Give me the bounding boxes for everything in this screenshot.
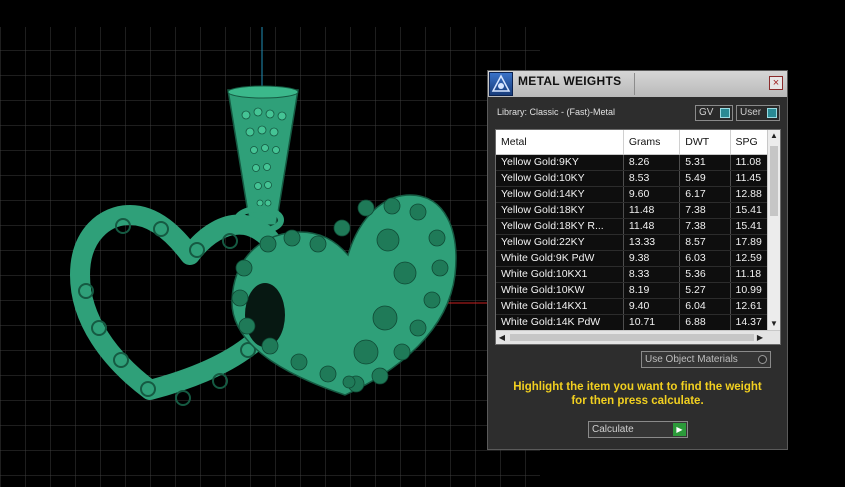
metal-table[interactable]: Metal Grams DWT SPG Yellow Gold:9KY 8.26 5… [495, 129, 781, 345]
horizontal-scrollbar[interactable]: ◀ ▶ [496, 330, 780, 344]
cell-metal: Yellow Gold:18KY R... [496, 218, 624, 235]
scroll-right-icon[interactable]: ▶ [754, 331, 766, 344]
cell-metal: White Gold:14KX1 [496, 298, 624, 315]
cell-metal: White Gold:14K PdW [496, 314, 624, 331]
library-label: Library: Classic - (Fast)-Metal [497, 107, 616, 117]
title-separator [634, 73, 635, 95]
user-toggle-label: User [740, 107, 762, 118]
cell-dwt: 6.88 [679, 314, 731, 331]
metal-weights-dialog: METAL WEIGHTS × Library: Classic - (Fast… [487, 70, 788, 450]
dialog-titlebar[interactable]: METAL WEIGHTS × [488, 71, 787, 97]
cell-dwt: 6.17 [679, 186, 731, 203]
user-toggle-knob [767, 108, 777, 118]
radio-icon [758, 355, 767, 364]
scroll-down-icon[interactable]: ▼ [768, 318, 780, 330]
cell-dwt: 7.38 [679, 202, 731, 219]
cell-grams: 11.48 [623, 202, 681, 219]
table-header-row: Metal Grams DWT SPG [496, 130, 780, 155]
cell-grams: 8.53 [623, 170, 681, 187]
table-row[interactable]: Yellow Gold:22KY 13.33 8.57 17.89 [496, 234, 780, 251]
cell-grams: 11.48 [623, 218, 681, 235]
scroll-up-icon[interactable]: ▲ [768, 130, 780, 142]
cell-metal: Yellow Gold:14KY [496, 186, 624, 203]
cell-grams: 9.38 [623, 250, 681, 267]
cell-dwt: 5.36 [679, 266, 731, 283]
table-row[interactable]: Yellow Gold:14KY 9.60 6.17 12.88 [496, 186, 780, 203]
gv-toggle-knob [720, 108, 730, 118]
app-logo-icon [489, 72, 513, 96]
user-toggle[interactable]: User [736, 105, 780, 121]
use-object-materials-toggle[interactable]: Use Object Materials [641, 351, 771, 368]
cell-dwt: 5.27 [679, 282, 731, 299]
cell-grams: 10.71 [623, 314, 681, 331]
use-object-materials-label: Use Object Materials [645, 354, 738, 365]
table-row[interactable]: Yellow Gold:18KY R... 11.48 7.38 15.41 [496, 218, 780, 235]
vertical-scroll-thumb[interactable] [770, 146, 778, 216]
column-header-metal[interactable]: Metal [496, 130, 624, 155]
cell-grams: 8.33 [623, 266, 681, 283]
table-row[interactable]: Yellow Gold:10KY 8.53 5.49 11.45 [496, 170, 780, 187]
calculate-button[interactable]: Calculate ▶ [588, 421, 688, 438]
dialog-title: METAL WEIGHTS [518, 74, 622, 88]
instruction-line-1: Highlight the item you want to find the … [513, 381, 762, 393]
cell-metal: Yellow Gold:10KY [496, 170, 624, 187]
table-row[interactable]: White Gold:9K PdW 9.38 6.03 12.59 [496, 250, 780, 267]
cell-grams: 13.33 [623, 234, 681, 251]
table-row[interactable]: White Gold:14K PdW 10.71 6.88 14.37 [496, 314, 780, 331]
horizontal-scroll-thumb[interactable] [510, 334, 754, 341]
cell-grams: 8.26 [623, 154, 681, 171]
cell-metal: Yellow Gold:22KY [496, 234, 624, 251]
cell-metal: Yellow Gold:9KY [496, 154, 624, 171]
cell-metal: Yellow Gold:18KY [496, 202, 624, 219]
column-header-grams[interactable]: Grams [623, 130, 681, 155]
cell-metal: White Gold:10KX1 [496, 266, 624, 283]
cell-dwt: 8.57 [679, 234, 731, 251]
close-button[interactable]: × [769, 76, 783, 90]
calculate-label: Calculate [592, 424, 634, 435]
cell-grams: 9.40 [623, 298, 681, 315]
table-row[interactable]: Yellow Gold:9KY 8.26 5.31 11.08 [496, 154, 780, 171]
table-row[interactable]: Yellow Gold:18KY 11.48 7.38 15.41 [496, 202, 780, 219]
gv-toggle-label: GV [699, 107, 714, 118]
cell-dwt: 5.49 [679, 170, 731, 187]
cell-metal: White Gold:9K PdW [496, 250, 624, 267]
cell-dwt: 6.03 [679, 250, 731, 267]
cell-dwt: 6.04 [679, 298, 731, 315]
cell-metal: White Gold:10KW [496, 282, 624, 299]
cell-dwt: 5.31 [679, 154, 731, 171]
cell-dwt: 7.38 [679, 218, 731, 235]
table-row[interactable]: White Gold:14KX1 9.40 6.04 12.61 [496, 298, 780, 315]
vertical-scrollbar[interactable]: ▲ ▼ [767, 130, 780, 330]
play-arrow-icon: ▶ [673, 423, 686, 436]
instruction-text: Highlight the item you want to find the … [488, 380, 787, 408]
cell-grams: 9.60 [623, 186, 681, 203]
instruction-line-2: for then press calculate. [571, 395, 704, 407]
scroll-left-icon[interactable]: ◀ [496, 331, 508, 344]
table-row[interactable]: White Gold:10KX1 8.33 5.36 11.18 [496, 266, 780, 283]
column-header-dwt[interactable]: DWT [679, 130, 731, 155]
cell-grams: 8.19 [623, 282, 681, 299]
table-row[interactable]: White Gold:10KW 8.19 5.27 10.99 [496, 282, 780, 299]
gv-toggle[interactable]: GV [695, 105, 733, 121]
